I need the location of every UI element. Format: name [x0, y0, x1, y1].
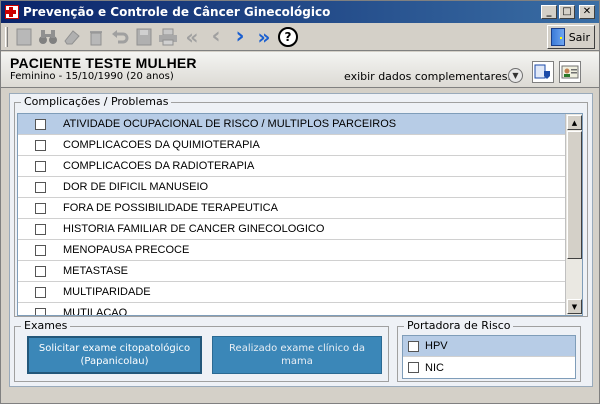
print-icon[interactable] [156, 26, 180, 48]
list-scrollbar[interactable]: ▲ ▼ [565, 114, 582, 315]
checkbox[interactable] [408, 340, 419, 352]
list-item-label: DOR DE DIFICIL MANUSEIO [63, 181, 209, 193]
list-item-label: METASTASE [63, 265, 128, 277]
maximize-button[interactable]: □ [559, 5, 575, 19]
checkbox[interactable] [35, 307, 46, 315]
first-record-icon[interactable]: « [180, 25, 204, 49]
close-button[interactable]: ✕ [579, 5, 595, 19]
save-disk-icon[interactable] [132, 26, 156, 48]
checkbox[interactable] [35, 181, 46, 193]
sair-label: Sair [568, 30, 590, 44]
search-binoculars-icon[interactable] [36, 26, 60, 48]
edit-eraser-icon[interactable] [60, 26, 84, 48]
patient-info: Feminino - 15/10/1990 (20 anos) [10, 71, 174, 82]
list-item-label: MUTILACAO [63, 307, 128, 316]
checkbox[interactable] [35, 244, 46, 256]
scroll-thumb[interactable] [567, 131, 582, 259]
portadora-risco-group: Portadora de Risco HPV NIC [397, 319, 581, 382]
more-data-link[interactable]: exibir dados complementares... [344, 70, 518, 83]
patient-header: PACIENTE TESTE MULHER Feminino - 15/10/1… [1, 52, 599, 88]
next-record-icon[interactable]: › [228, 24, 252, 49]
list-item-label: HPV [425, 340, 448, 352]
window-title: Prevenção e Controle de Câncer Ginecológ… [23, 5, 331, 19]
list-item[interactable]: FORA DE POSSIBILIDADE TERAPEUTICA [18, 198, 566, 219]
list-item[interactable]: NIC [403, 357, 575, 378]
patient-card-icon[interactable] [559, 61, 581, 83]
list-item[interactable]: MENOPAUSA PRECOCE [18, 240, 566, 261]
checkbox[interactable] [35, 160, 46, 172]
list-item-label: NIC [425, 361, 444, 374]
toolbar: « ‹ › » ? Sair [1, 23, 599, 51]
list-item-label: HISTORIA FAMILIAR DE CANCER GINECOLOGICO [63, 223, 325, 235]
help-icon[interactable]: ? [276, 26, 300, 48]
previous-record-icon[interactable]: ‹ [204, 24, 228, 49]
checkbox[interactable] [35, 202, 46, 214]
exames-legend: Exames [21, 319, 71, 332]
app-cross-icon [5, 5, 19, 19]
checkbox[interactable] [35, 265, 46, 277]
minimize-button[interactable]: _ [541, 5, 557, 19]
risco-list: HPV NIC [402, 335, 576, 379]
complicacoes-legend: Complicações / Problemas [21, 95, 172, 108]
checkbox[interactable] [35, 286, 46, 298]
last-record-icon[interactable]: » [252, 25, 276, 49]
list-item[interactable]: MUTILACAO [18, 303, 566, 316]
checkbox[interactable] [408, 362, 419, 373]
undo-icon[interactable] [108, 26, 132, 48]
citopatologico-label-line1: Solicitar exame citopatológico [38, 343, 191, 354]
exame-clinico-mama-button[interactable]: Realizado exame clínico da mama [212, 336, 382, 374]
list-item[interactable]: HPV [403, 336, 575, 357]
chevron-down-icon[interactable]: ▼ [508, 68, 523, 83]
list-item-label: COMPLICACOES DA RADIOTERAPIA [63, 160, 255, 172]
list-item[interactable]: MULTIPARIDADE [18, 282, 566, 303]
solicitar-citopatologico-button[interactable]: Solicitar exame citopatológico (Papanico… [27, 336, 202, 374]
checkbox[interactable] [35, 223, 46, 235]
list-item[interactable]: METASTASE [18, 261, 566, 282]
checkbox[interactable] [35, 118, 46, 130]
sair-button[interactable]: Sair [547, 25, 595, 49]
record-shield-icon[interactable] [532, 61, 554, 83]
app-window: Prevenção e Controle de Câncer Ginecológ… [0, 0, 600, 404]
new-icon[interactable] [12, 26, 36, 48]
exames-group: Exames Solicitar exame citopatológico (P… [14, 319, 389, 382]
list-item[interactable]: ATIVIDADE OCUPACIONAL DE RISCO / MULTIPL… [18, 114, 566, 135]
list-item[interactable]: COMPLICACOES DA RADIOTERAPIA [18, 156, 566, 177]
checkbox[interactable] [35, 139, 46, 151]
exit-door-icon [551, 28, 565, 46]
citopatologico-label-line2: (Papanicolau) [80, 356, 149, 367]
list-item-label: MULTIPARIDADE [63, 286, 151, 298]
list-item[interactable]: HISTORIA FAMILIAR DE CANCER GINECOLOGICO [18, 219, 566, 240]
citopatologico-label: Solicitar exame citopatológico (Papanico… [39, 342, 190, 368]
delete-trash-icon[interactable] [84, 26, 108, 48]
toolbar-grip [5, 26, 8, 47]
risco-legend: Portadora de Risco [404, 319, 514, 332]
list-item-label: ATIVIDADE OCUPACIONAL DE RISCO / MULTIPL… [63, 118, 397, 130]
patient-name: PACIENTE TESTE MULHER [10, 55, 197, 71]
scroll-down-icon[interactable]: ▼ [567, 299, 582, 314]
complicacoes-group: Complicações / Problemas ATIVIDADE OCUPA… [14, 95, 588, 317]
list-item[interactable]: DOR DE DIFICIL MANUSEIO [18, 177, 566, 198]
scroll-up-icon[interactable]: ▲ [567, 115, 582, 130]
list-item-label: COMPLICACOES DA QUIMIOTERAPIA [63, 139, 260, 151]
main-panel: Complicações / Problemas ATIVIDADE OCUPA… [9, 93, 593, 387]
list-item-label: FORA DE POSSIBILIDADE TERAPEUTICA [63, 202, 278, 214]
list-item-label: MENOPAUSA PRECOCE [63, 244, 190, 256]
help-glyph: ? [278, 26, 298, 47]
title-bar: Prevenção e Controle de Câncer Ginecológ… [1, 1, 599, 23]
list-item[interactable]: COMPLICACOES DA QUIMIOTERAPIA [18, 135, 566, 156]
complicacoes-list: ATIVIDADE OCUPACIONAL DE RISCO / MULTIPL… [17, 113, 583, 316]
